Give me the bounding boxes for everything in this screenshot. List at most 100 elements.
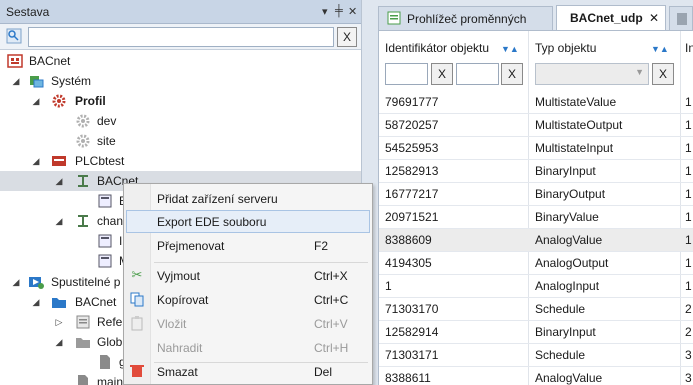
object-id-filter-from[interactable] [385,63,428,85]
expand-arrow-icon[interactable]: ◢ [30,91,42,111]
panel-menu-icon[interactable]: ▾ [322,5,328,18]
cell-instance: 1 [685,256,692,270]
expand-arrow-icon[interactable]: ◢ [53,211,65,231]
column-header-instance[interactable]: In [685,41,693,55]
object-type-filter-select[interactable]: ▼ [535,63,649,85]
sort-filter-icon[interactable]: ▼▲ [501,44,519,54]
bacnet-root-icon [7,54,23,68]
cell-instance: 1 [685,187,692,201]
object-id-filter-to-clear[interactable]: X [501,63,523,85]
cell-object-id: 1 [385,279,392,293]
cell-object-type: AnalogValue [535,371,603,385]
pin-icon[interactable]: ╪ [335,5,343,17]
tree-filter-input[interactable] [28,27,334,47]
menu-item-copy[interactable]: Kopírovat Ctrl+C [126,288,370,311]
menu-item-rename[interactable]: Přejmenovat F2 [126,234,370,257]
menu-item-export-ede[interactable]: Export EDE souboru [126,210,370,233]
table-row[interactable]: 8388611 AnalogValue 3 [379,367,693,385]
tree-node-dev[interactable]: dev [0,111,361,131]
column-header-object-type[interactable]: Typ objektu [535,41,596,55]
table-row[interactable]: 16777217 BinaryOutput 1 [379,183,693,206]
gear-icon [76,134,90,148]
filter-icon[interactable] [6,28,22,44]
tree-node-label: main [97,375,124,385]
cell-object-id: 71303170 [385,302,439,316]
table-row[interactable]: 20971521 BinaryValue 1 [379,206,693,229]
close-panel-icon[interactable]: ✕ [348,5,357,18]
table-row[interactable]: 54525953 MultistateInput 1 [379,137,693,160]
table-row[interactable]: 71303171 Schedule 3 [379,344,693,367]
tree-node-system[interactable]: ◢ Systém [0,71,361,91]
sort-filter-icon[interactable]: ▼▲ [651,44,669,54]
table-row[interactable]: 12582914 BinaryInput 2 [379,321,693,344]
cell-object-type: Schedule [535,302,586,316]
context-menu: Přidat zařízení serveru Export EDE soubo… [123,183,373,385]
tree-filter-clear-button[interactable]: X [337,27,357,47]
table-row[interactable]: 4194305 AnalogOutput 1 [379,252,693,275]
table-row[interactable]: 8388609 AnalogValue 1 [379,229,693,252]
tree-node-label: Spustitelné p [51,275,121,289]
cell-instance: 1 [685,118,692,132]
tree-node-plcbtest[interactable]: ◢ PLCbtest [0,151,361,171]
table-row[interactable]: 79691777 MultistateValue 1 [379,91,693,114]
object-id-filter-to[interactable] [456,63,499,85]
menu-item-shortcut: Ctrl+C [314,293,349,307]
profile-gear-icon [52,94,66,108]
expand-arrow-icon[interactable]: ◢ [30,292,42,312]
expand-arrow-icon[interactable]: ◢ [53,171,65,191]
tab-label: BACnet_udp [570,11,643,25]
menu-item-shortcut: Ctrl+X [314,269,348,283]
tree-node-bacnet-root[interactable]: BACnet [0,51,361,71]
menu-item-cut[interactable]: ✂ Vyjmout Ctrl+X [126,264,370,287]
menu-item-shortcut: Ctrl+V [314,317,348,331]
table-row[interactable]: 71303170 Schedule 2 [379,298,693,321]
reference-icon [76,315,90,329]
cell-object-type: BinaryInput [535,325,596,339]
delete-icon [130,365,144,377]
variable-browser-icon [387,11,401,25]
menu-item-shortcut: Ctrl+H [314,341,349,355]
menu-separator [154,262,368,263]
cell-instance: 2 [685,302,692,316]
column-header-object-id[interactable]: Identifikátor objektu [385,41,489,55]
object-icon [98,254,112,268]
report-toolbar: X [0,24,361,50]
tab-strip: Prohlížeč proměnných BACnet_udp ✕ [370,0,693,30]
object-icon [98,234,112,248]
expand-arrow-icon[interactable]: ◢ [10,272,22,292]
table-row[interactable]: 58720257 MultistateOutput 1 [379,114,693,137]
bacnet-object-grid: Identifikátor objektu ▼▲ Typ objektu ▼▲ … [378,30,693,385]
cell-instance: 1 [685,210,692,224]
menu-item-label: Přejmenovat [157,239,225,253]
object-type-filter-clear[interactable]: X [652,63,674,85]
tree-node-label: BACnet [75,295,117,309]
menu-item-add-server-device[interactable]: Přidat zařízení serveru [126,187,370,210]
expand-arrow-icon[interactable]: ◢ [30,151,42,171]
menu-item-replace[interactable]: Nahradit Ctrl+H [126,336,370,359]
expand-arrow-icon[interactable]: ◢ [53,332,65,352]
cell-instance: 3 [685,371,692,385]
tab-overflow[interactable] [669,6,693,30]
collapsed-arrow-icon[interactable]: ▷ [53,312,65,332]
menu-item-paste[interactable]: Vložit Ctrl+V [126,312,370,335]
tree-node-site[interactable]: site [0,131,361,151]
tree-node-label: site [97,134,116,148]
menu-item-delete[interactable]: Smazat Del [126,360,370,383]
cell-object-id: 4194305 [385,256,432,270]
cell-object-type: MultistateInput [535,141,614,155]
tree-node-label: I [119,234,123,248]
tab-variable-browser[interactable]: Prohlížeč proměnných [378,6,553,30]
tab-bacnet-udp[interactable]: BACnet_udp ✕ [556,5,666,30]
menu-item-label: Smazat [157,365,198,379]
tree-node-profile[interactable]: ◢ Profil [0,91,361,111]
object-id-filter-from-clear[interactable]: X [431,63,453,85]
table-row[interactable]: 1 AnalogInput 1 [379,275,693,298]
expand-arrow-icon[interactable]: ◢ [10,71,22,91]
file-icon [100,355,110,369]
cell-object-id: 8388611 [385,371,431,385]
cell-instance: 3 [685,348,692,362]
table-row[interactable]: 12582913 BinaryInput 1 [379,160,693,183]
close-tab-icon[interactable]: ✕ [649,11,659,25]
cell-object-id: 71303171 [385,348,439,362]
folder-gray-icon [76,338,90,348]
